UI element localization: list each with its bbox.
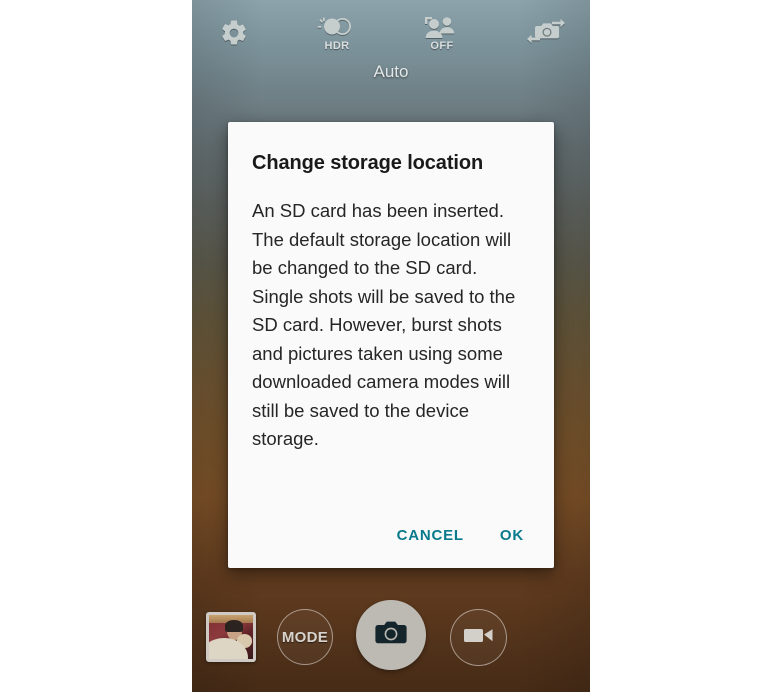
settings-button[interactable] [207, 10, 261, 56]
thumbnail-decor-hair [224, 620, 244, 632]
gear-icon [219, 18, 249, 48]
switch-camera-button[interactable] [519, 10, 573, 56]
camera-bottom-toolbar: Last photo thumbnail MODE [192, 595, 590, 692]
shooting-mode-label: Auto [373, 62, 409, 81]
hdr-button[interactable]: HDR [310, 10, 364, 56]
dialog-message: An SD card has been inserted. The defaul… [252, 200, 516, 449]
face-detection-icon [421, 15, 463, 41]
camera-viewfinder: HDR OFF Auto Change storage location An … [192, 0, 590, 692]
change-storage-location-dialog: Change storage location An SD card has b… [228, 122, 554, 568]
screenshot-root: HDR OFF Auto Change storage location An … [0, 0, 782, 692]
switch-camera-icon [525, 16, 567, 50]
camera-top-toolbar: HDR OFF [192, 0, 590, 62]
hdr-icon [317, 15, 357, 41]
video-camera-icon [462, 624, 496, 651]
ok-button[interactable]: OK [486, 517, 538, 554]
video-record-button[interactable] [450, 609, 507, 666]
thumbnail-image [209, 615, 253, 659]
dialog-action-row: CANCEL OK [383, 517, 538, 554]
hdr-label: HDR [324, 39, 350, 52]
mode-button-label: MODE [281, 628, 329, 646]
dialog-title: Change storage location [252, 152, 484, 174]
mode-button[interactable]: MODE [277, 609, 333, 665]
face-detection-label: OFF [430, 39, 454, 52]
shutter-button[interactable] [356, 600, 426, 670]
cancel-button[interactable]: CANCEL [383, 517, 478, 554]
camera-icon [373, 618, 409, 653]
gallery-thumbnail-button[interactable]: Last photo thumbnail [206, 612, 256, 662]
face-detection-button[interactable]: OFF [415, 10, 469, 56]
